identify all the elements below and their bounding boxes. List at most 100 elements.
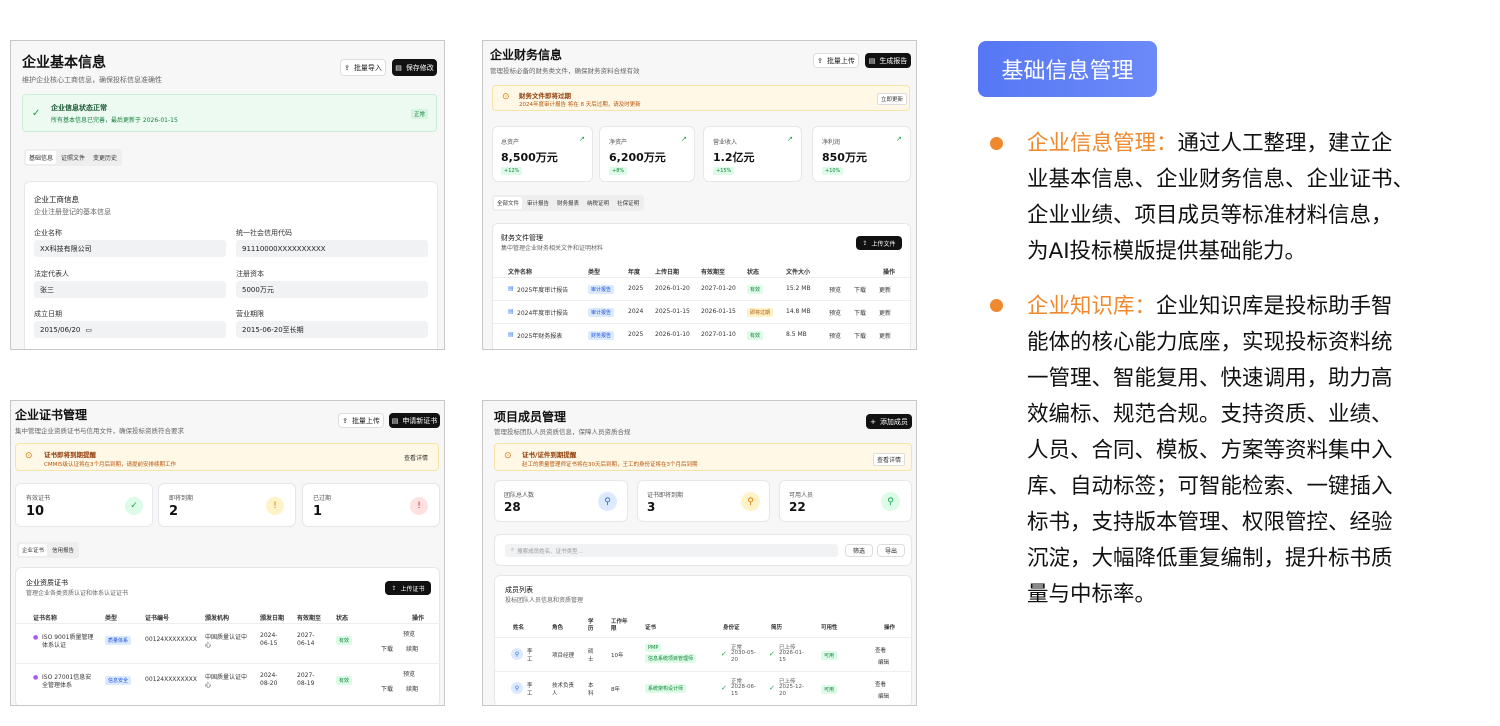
panel-company-basic-info: 企业基本信息 维护企业核心工商信息，确保投标信息准确性 ⇪ 批量导入 ▤ 保存修改 … (10, 40, 445, 350)
item-knowledge-base: 企业知识库：企业知识库是投标助手智 能体的核心能力底座，实现投标资料统 一管理、… (1027, 294, 1393, 607)
preview-link[interactable]: 预览 (829, 285, 841, 294)
legal-rep-label: 法定代表人 (34, 270, 69, 278)
stat-card-revenue: 营业收入 ↗ 1.2亿元 +15% (703, 126, 802, 182)
tab-tax[interactable]: 纳税证明 (584, 197, 612, 209)
add-member-button[interactable]: + 添加成员 (866, 414, 912, 429)
download-link[interactable]: 下载 (854, 308, 866, 317)
preview-link[interactable]: 预览 (403, 629, 415, 638)
update-now-button[interactable]: 立即更新 (877, 93, 908, 105)
tab-statements[interactable]: 财务报表 (554, 197, 582, 209)
member-table: 姓名 角色 学历 工作年限 证书 身份证 简历 可用性 操作 ⚲ 李 工 项目经… (495, 614, 913, 705)
download-link[interactable]: 下载 (854, 285, 866, 294)
tab-all-files[interactable]: 全部文件 (494, 197, 523, 209)
upload-icon: ⇪ (391, 584, 397, 592)
trend-up-icon: ↗ (787, 135, 793, 143)
upload-icon: ⇪ (817, 56, 823, 65)
edit-link[interactable]: 编辑 (878, 692, 889, 700)
user-icon: ⚲ (598, 492, 617, 511)
table-row: ⚲ 李 工 项目经理 硕 士 10年 PMP 信息系统项目管理师 ✓ 正常 20… (495, 638, 913, 672)
tab-company-certs[interactable]: 企业证书 (19, 544, 48, 556)
view-link[interactable]: 查看 (875, 680, 886, 688)
credit-code-field[interactable]: 91110000XXXXXXXXXX (236, 240, 428, 257)
upload-file-button[interactable]: ⇪ 上传文件 (856, 236, 902, 250)
legal-rep-field[interactable]: 张三 (34, 281, 226, 298)
item-enterprise-info: 企业信息管理：通过人工整理，建立企 业基本信息、企业财务信息、企业证书、 企业业… (1027, 131, 1415, 264)
update-link[interactable]: 更新 (879, 308, 891, 317)
preview-link[interactable]: 预览 (829, 308, 841, 317)
avatar: ⚲ (511, 648, 523, 660)
table-row: ⚲ 李 工 技术负责 人 本 科 8年 系统架构设计师 ✓ 正常 2028-06… (495, 672, 913, 705)
batch-import-button[interactable]: ⇪ 批量导入 (340, 59, 386, 76)
expiry-alert: ⊙ 财务文件即将过期 2024年度审计报告 将在 8 天后过期，请及时更新 立即… (492, 85, 910, 111)
page-title: 项目成员管理 (494, 410, 567, 424)
founded-date-field[interactable]: 2015/06/20 ▭ (34, 321, 226, 338)
tab-bar: 全部文件 审计报告 财务报表 纳税证明 社保证明 (492, 195, 645, 211)
business-info-card: 企业工商信息 企业注册登记的基本信息 企业名称 XX科技有限公司 统一社会信用代… (24, 181, 438, 349)
table-row: ▤ 2025年度审计报告 审计报告 2025 2026-01-20 2027-0… (493, 278, 912, 301)
view-details-button[interactable]: 查看详情 (404, 453, 428, 462)
capital-label: 注册资本 (236, 270, 264, 278)
download-link[interactable]: 下载 (854, 331, 866, 340)
alert-circle-icon: ! (410, 497, 428, 515)
user-check-icon: ⚲ (881, 492, 900, 511)
company-name-label: 企业名称 (34, 229, 62, 237)
stat-card-expiring: 即将到期 2 ! (158, 483, 296, 527)
edit-link[interactable]: 编辑 (878, 658, 889, 666)
batch-upload-button[interactable]: ⇪ 批量上传 (813, 53, 859, 68)
export-button[interactable]: 导出 (877, 544, 905, 557)
capital-field[interactable]: 5000万元 (236, 281, 428, 298)
tab-bar: 基础信息 证照文件 变更历史 (24, 149, 123, 166)
check-circle-icon: ✓ (769, 650, 775, 658)
company-name-field[interactable]: XX科技有限公司 (34, 240, 226, 257)
alert-text: 赵工的质量管理师证书将在30天后到期，王工的身份证将在3个月后到期 (522, 462, 698, 468)
view-link[interactable]: 查看 (875, 646, 886, 654)
preview-link[interactable]: 预览 (403, 669, 415, 678)
update-link[interactable]: 更新 (879, 285, 891, 294)
table-row: ▤ 2024年度审计报告 审计报告 2024 2025-01-15 2026-0… (493, 301, 912, 324)
tab-history[interactable]: 变更历史 (90, 151, 120, 164)
tab-audit[interactable]: 审计报告 (524, 197, 552, 209)
card-title: 企业工商信息 (34, 195, 79, 204)
stat-card-team-size: 团队总人数 28 ⚲ (494, 480, 628, 522)
update-link[interactable]: 更新 (879, 331, 891, 340)
panel-project-members: 项目成员管理 管理投标团队人员资质信息，保障人员资质合规 + 添加成员 ⊙ 证书/… (482, 400, 917, 706)
tab-basic[interactable]: 基础信息 (26, 151, 57, 164)
renew-link[interactable]: 续期 (406, 644, 418, 653)
panel-certificates: 企业证书管理 集中管理企业资质证书与信用文件，确保投标资质符合要求 ⇪ 批量上传 … (10, 400, 445, 706)
download-link[interactable]: 下载 (381, 644, 393, 653)
check-circle-icon: ✓ (125, 497, 143, 515)
certificate-icon: ● (33, 674, 39, 681)
tab-social-security[interactable]: 社保证明 (614, 197, 642, 209)
file-icon: ▤ (868, 56, 876, 65)
filter-button[interactable]: 筛选 (845, 544, 873, 557)
tab-licenses[interactable]: 证照文件 (58, 151, 88, 164)
save-button[interactable]: ▤ 保存修改 (392, 59, 437, 76)
card-subtitle: 投标团队人员信息和资质管理 (505, 597, 584, 604)
tab-credit-reports[interactable]: 信用报告 (49, 544, 77, 556)
business-term-field[interactable]: 2015-06-20至长期 (236, 321, 428, 338)
status-alert: ✓ 企业信息状态正常 所有基本信息已完善，最后更新于 2026-01-15 正常 (22, 94, 437, 132)
financial-files-card: 财务文件管理 集中管理企业财务相关文件和证明材料 ⇪ 上传文件 文件名称 类型 年… (492, 223, 912, 349)
upload-icon: ⇪ (342, 416, 348, 425)
preview-link[interactable]: 预览 (829, 331, 841, 340)
search-icon: ⌕ (511, 547, 515, 553)
view-details-button[interactable]: 查看详情 (873, 453, 906, 466)
search-input[interactable]: ⌕ 搜索成员姓名、证书类型... (505, 544, 838, 557)
status-badge: 可用 (821, 685, 838, 694)
apply-certificate-button[interactable]: ▤ 申请新证书 (389, 413, 440, 428)
credit-code-label: 统一社会信用代码 (236, 229, 292, 237)
card-title: 成员列表 (505, 586, 533, 594)
card-subtitle: 企业注册登记的基本信息 (34, 208, 111, 216)
avatar: ⚲ (511, 682, 523, 694)
generate-report-button[interactable]: ▤ 生成报告 (865, 53, 911, 68)
trend-up-icon: ↗ (579, 135, 585, 143)
plus-icon: + (870, 417, 876, 426)
panel-financial-info: 企业财务信息 管理投标必备的财务类文件，确保财务资料合规有效 ⇪ 批量上传 ▤ 生成… (482, 40, 917, 350)
renew-link[interactable]: 续期 (406, 684, 418, 693)
certificate-table: 证书名称 类型 证书编号 颁发机构 颁发日期 有效期至 状态 操作 ● ISO … (16, 608, 441, 705)
batch-upload-button[interactable]: ⇪ 批量上传 (338, 413, 384, 428)
item-highlight: 企业信息管理： (1027, 131, 1178, 156)
upload-certificate-button[interactable]: ⇪ 上传证书 (385, 581, 431, 595)
card-title: 财务文件管理 (501, 234, 543, 242)
download-link[interactable]: 下载 (381, 684, 393, 693)
